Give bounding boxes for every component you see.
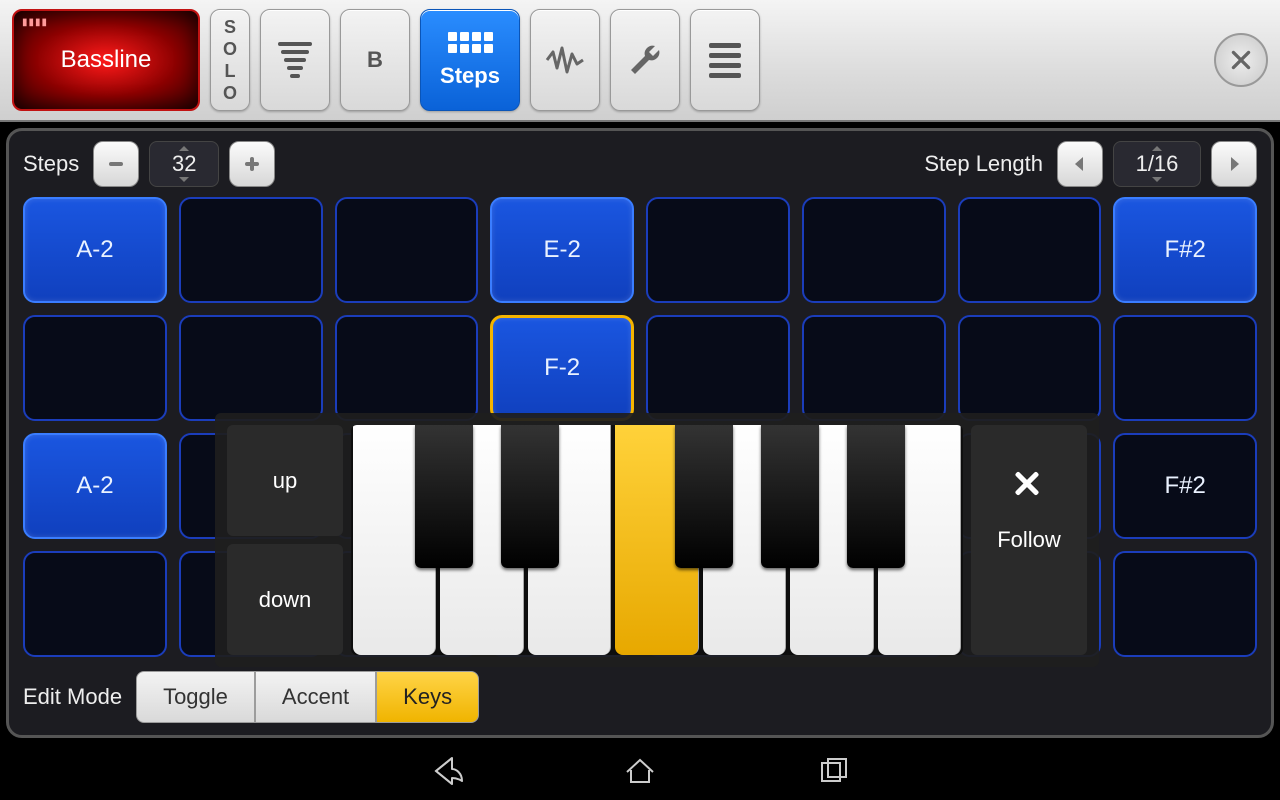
steplen-value[interactable]: 1/16 [1113,141,1201,187]
top-toolbar: ▮▮▮▮ Bassline S O L O B Steps [0,0,1280,122]
step-cell[interactable]: F-2 [490,315,634,421]
step-cell[interactable] [646,197,790,303]
step-cell[interactable] [335,197,479,303]
step-cell[interactable] [335,315,479,421]
black-key[interactable] [675,425,733,568]
steps-tab[interactable]: Steps [420,9,520,111]
step-cell[interactable] [1113,551,1257,657]
step-cell[interactable]: A-2 [23,197,167,303]
steplen-next-button[interactable] [1211,141,1257,187]
wrench-icon [625,40,665,80]
edit-mode-keys[interactable]: Keys [376,671,479,723]
black-key[interactable] [415,425,473,568]
edit-mode-accent[interactable]: Accent [255,671,376,723]
steplen-prev-button[interactable] [1057,141,1103,187]
menu-icon [709,43,741,78]
android-navbar [0,742,1280,800]
steps-label: Steps [23,151,79,177]
waveform-icon [545,40,585,80]
step-cell[interactable] [802,197,946,303]
step-cell[interactable]: E-2 [490,197,634,303]
track-name: Bassline [61,46,152,74]
controls-row: Steps 32 Step Length 1/16 [23,141,1257,187]
recents-icon[interactable] [817,754,851,788]
steps-grid-icon [448,32,493,53]
step-cell[interactable] [179,197,323,303]
sequencer-panel: Steps 32 Step Length 1/16 A-2 E-2 F#2 F-2 A-… [6,128,1274,738]
solo-button[interactable]: S O L O [210,9,250,111]
back-icon[interactable] [429,754,463,788]
home-icon[interactable] [623,754,657,788]
step-cell[interactable] [1113,315,1257,421]
step-cell[interactable] [802,315,946,421]
octave-down-button[interactable]: down [227,544,343,655]
steps-minus-button[interactable] [93,141,139,187]
track-button[interactable]: ▮▮▮▮ Bassline [12,9,200,111]
popup-close-button[interactable] [969,427,1085,539]
close-button[interactable] [1214,33,1268,87]
settings-button[interactable] [610,9,680,111]
edit-mode-label: Edit Mode [23,684,122,710]
black-key[interactable] [501,425,559,568]
steps-value[interactable]: 32 [149,141,219,187]
pattern-button[interactable]: B [340,9,410,111]
step-cell[interactable]: F#2 [1113,433,1257,539]
mixer-button[interactable] [260,9,330,111]
edit-mode-row: Edit Mode ToggleAccentKeys [23,671,1257,723]
step-cell[interactable] [23,315,167,421]
step-cell[interactable] [958,197,1102,303]
step-cell[interactable]: F#2 [1113,197,1257,303]
menu-button[interactable] [690,9,760,111]
step-cell[interactable] [179,315,323,421]
piano-keyboard [351,425,963,655]
edit-mode-toggle[interactable]: Toggle [136,671,255,723]
keys-popup: up down Follow [215,413,1099,667]
close-icon [1228,47,1254,73]
black-key[interactable] [761,425,819,568]
octave-up-button[interactable]: up [227,425,343,536]
track-mini-icon: ▮▮▮▮ [22,17,48,28]
mixer-icon [278,42,312,78]
step-cell[interactable] [958,315,1102,421]
black-key[interactable] [847,425,905,568]
step-cell[interactable]: A-2 [23,433,167,539]
steplen-label: Step Length [924,151,1043,177]
steps-plus-button[interactable] [229,141,275,187]
waveform-button[interactable] [530,9,600,111]
step-cell[interactable] [23,551,167,657]
step-cell[interactable] [646,315,790,421]
